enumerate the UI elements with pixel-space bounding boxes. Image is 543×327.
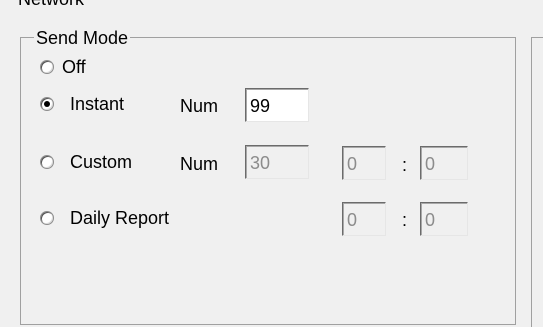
radio-off[interactable]: [40, 60, 54, 74]
instant-num-input[interactable]: [245, 88, 309, 122]
radio-instant-label[interactable]: Instant: [70, 94, 124, 114]
send-mode-groupbox: [20, 37, 516, 325]
custom-time-separator: :: [402, 155, 408, 175]
section-title: Network: [18, 0, 84, 8]
send-mode-group-label: Send Mode: [34, 28, 131, 48]
instant-num-label: Num: [180, 96, 219, 116]
daily-hour-input[interactable]: [342, 202, 386, 236]
radio-daily-report[interactable]: [40, 211, 54, 225]
daily-minute-input[interactable]: [420, 202, 468, 236]
custom-num-label: Num: [180, 154, 219, 174]
radio-off-label[interactable]: Off: [62, 57, 86, 77]
radio-instant[interactable]: [40, 97, 54, 111]
radio-custom-label[interactable]: Custom: [70, 152, 132, 172]
daily-time-separator: :: [402, 210, 408, 230]
custom-num-input[interactable]: [245, 145, 309, 179]
custom-minute-input[interactable]: [420, 146, 468, 180]
radio-custom[interactable]: [40, 155, 54, 169]
custom-hour-input[interactable]: [342, 146, 386, 180]
radio-daily-report-label[interactable]: Daily Report: [70, 208, 169, 228]
adjacent-panel-edge: [531, 37, 543, 327]
